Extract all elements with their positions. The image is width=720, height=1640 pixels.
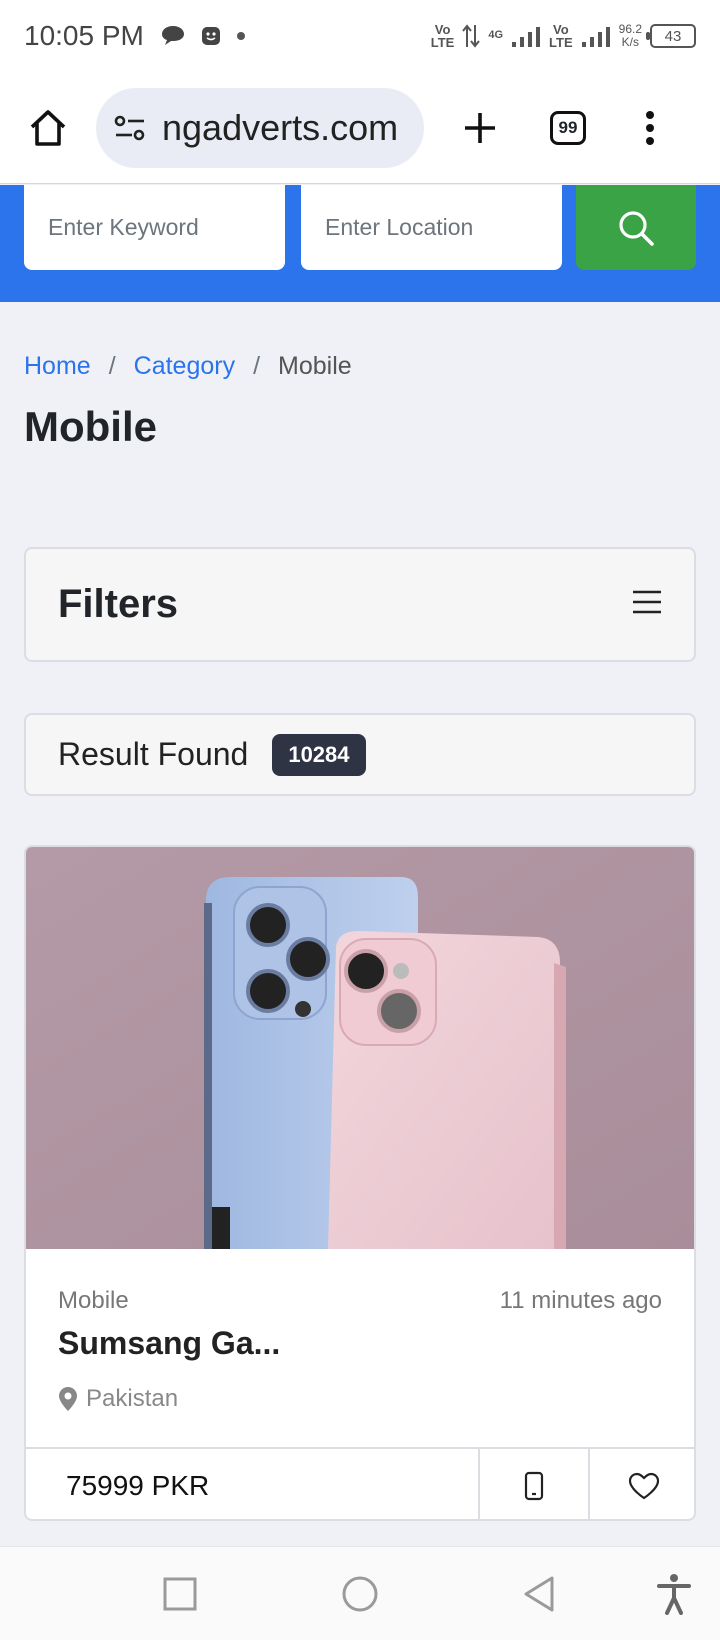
filters-title: Filters — [58, 582, 179, 626]
home-icon — [30, 109, 66, 146]
listing-meta: Mobile 11 minutes ago — [58, 1287, 662, 1315]
phone-icon — [524, 1471, 544, 1501]
recents-button[interactable] — [163, 1577, 197, 1616]
breadcrumb-separator: / — [108, 352, 116, 380]
listing-image[interactable] — [26, 847, 696, 1249]
signal-strength-icon-2 — [581, 27, 610, 47]
back-triangle-icon — [524, 1576, 554, 1612]
system-navigation-bar — [0, 1546, 720, 1640]
circle-icon — [342, 1576, 378, 1612]
network-speed: 96.2 K/s — [618, 22, 642, 49]
more-notifications-dot-icon — [236, 32, 245, 40]
result-label: Result Found — [58, 736, 249, 772]
signal-strength-icon-1 — [512, 27, 541, 47]
status-time: 10:05 PM — [24, 20, 144, 51]
chat-notification-icon — [161, 26, 184, 45]
favorite-button[interactable] — [588, 1449, 694, 1519]
url-text: ngadverts.com — [162, 106, 399, 148]
search-button[interactable] — [576, 185, 696, 270]
home-nav-button[interactable] — [341, 1575, 379, 1618]
listing-location-text: Pakistan — [86, 1385, 179, 1412]
more-vertical-icon — [646, 110, 654, 145]
hamburger-menu-icon — [633, 590, 661, 614]
keyword-input[interactable]: Enter Keyword — [24, 185, 285, 270]
call-button[interactable] — [478, 1449, 588, 1519]
result-summary: Result Found 10284 — [24, 713, 696, 796]
tab-switcher-button[interactable]: 99 — [550, 110, 586, 145]
battery-level: 43 — [664, 27, 682, 45]
network-gen-label: 4G — [488, 29, 504, 41]
browser-toolbar: ngadverts.com 99 — [0, 72, 720, 184]
status-bar: 10:05 PM Vo LTE 4G Vo LTE 96.2 K/s 43 — [0, 0, 720, 72]
heart-icon — [628, 1472, 660, 1500]
listing-category: Mobile — [58, 1287, 129, 1314]
breadcrumb-home[interactable]: Home — [24, 352, 91, 381]
square-icon — [163, 1577, 197, 1611]
location-placeholder: Enter Location — [325, 214, 474, 240]
app-notification-icon — [201, 27, 220, 45]
listing-location: Pakistan — [58, 1385, 178, 1413]
location-pin-icon — [59, 1387, 77, 1411]
plus-icon — [465, 112, 495, 143]
search-icon — [619, 210, 654, 246]
listing-posted-time: 11 minutes ago — [499, 1287, 662, 1314]
listing-card[interactable]: Mobile 11 minutes ago Sumsang Ga... Paki… — [24, 845, 696, 1521]
tab-count: 99 — [550, 110, 586, 145]
battery-icon: 43 — [646, 24, 696, 48]
volte-label-2: Vo LTE — [549, 22, 573, 50]
filters-toggle-button[interactable] — [632, 589, 662, 620]
breadcrumb-category[interactable]: Category — [134, 352, 235, 381]
back-button[interactable] — [522, 1575, 556, 1618]
accessibility-button[interactable] — [656, 1573, 692, 1620]
accessibility-icon — [657, 1574, 691, 1615]
address-bar[interactable]: ngadverts.com — [96, 87, 424, 168]
keyword-placeholder: Enter Keyword — [48, 214, 199, 240]
listing-price: 75999 PKR — [66, 1470, 210, 1501]
filters-panel[interactable]: Filters — [24, 547, 696, 662]
result-count-badge: 10284 — [272, 733, 366, 776]
breadcrumb-current: Mobile — [278, 352, 352, 380]
home-button[interactable] — [22, 102, 74, 154]
browser-menu-button[interactable] — [644, 110, 656, 146]
search-band: Enter Keyword Enter Location — [0, 185, 720, 302]
volte-label-1: Vo LTE — [430, 22, 455, 50]
new-tab-button[interactable] — [454, 102, 506, 154]
breadcrumb: Home / Category / Mobile — [24, 352, 352, 381]
listing-footer: 75999 PKR — [26, 1447, 694, 1519]
listing-title[interactable]: Sumsang Ga... — [58, 1325, 280, 1362]
site-settings-icon[interactable] — [112, 113, 148, 143]
location-input[interactable]: Enter Location — [301, 185, 562, 270]
data-transfer-icon — [462, 24, 481, 48]
page-title: Mobile — [24, 403, 157, 450]
breadcrumb-separator: / — [253, 352, 261, 380]
